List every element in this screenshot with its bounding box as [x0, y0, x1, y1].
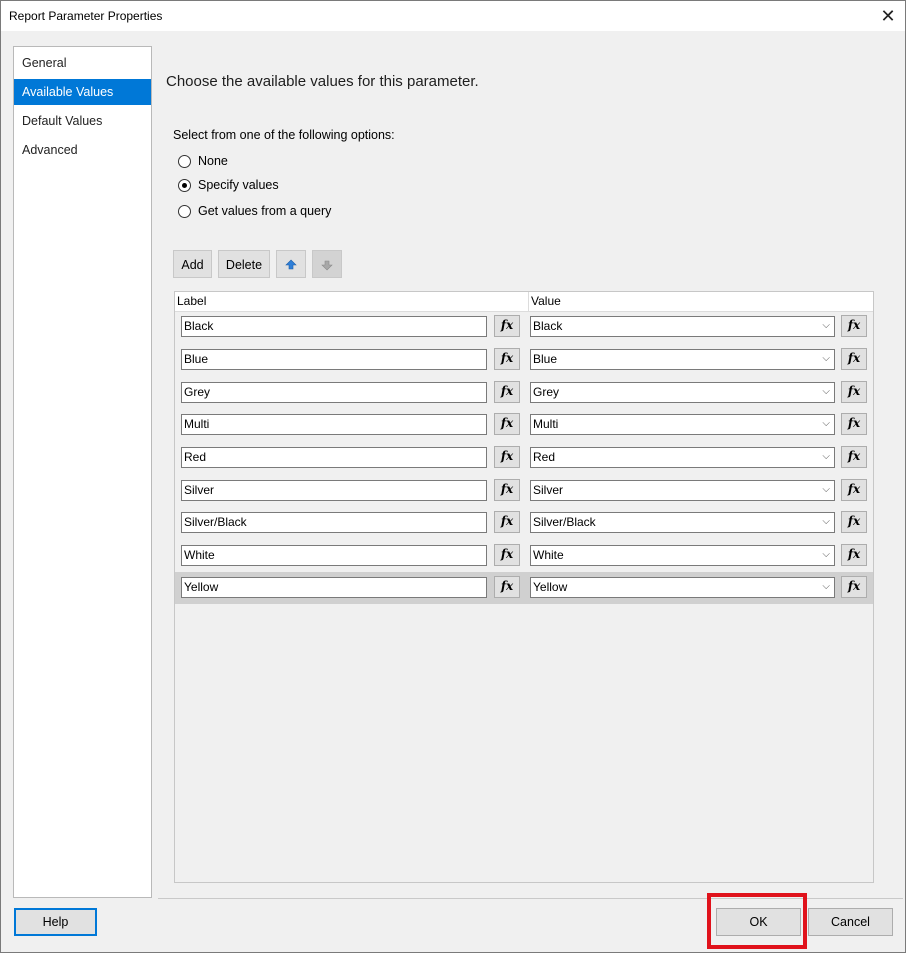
value-text: Grey [533, 385, 560, 399]
title-bar: Report Parameter Properties ✕ [1, 1, 905, 31]
radio-specify-values[interactable]: Specify values [178, 178, 279, 192]
nav-item-advanced[interactable]: Advanced [14, 137, 151, 163]
label-input[interactable]: Multi [181, 414, 487, 435]
value-expression-fx-icon[interactable]: fx [841, 413, 867, 435]
label-input[interactable]: Silver/Black [181, 512, 487, 533]
arrow-up-icon [285, 259, 297, 270]
ok-button[interactable]: OK [716, 908, 801, 936]
value-expression-fx-icon[interactable]: fx [841, 576, 867, 598]
arrow-down-icon [321, 260, 333, 271]
value-combobox[interactable]: Yellow ⌵ [530, 577, 835, 598]
chevron-down-icon[interactable]: ⌵ [822, 384, 830, 399]
label-input[interactable]: Silver [181, 480, 487, 501]
label-input[interactable]: Red [181, 447, 487, 468]
navigation-pane: General Available Values Default Values … [13, 46, 152, 898]
value-expression-fx-icon[interactable]: fx [841, 544, 867, 566]
chevron-down-icon[interactable]: ⌵ [822, 514, 830, 529]
delete-button[interactable]: Delete [218, 250, 270, 278]
grid-header: Label Value [175, 292, 873, 312]
value-text: Silver/Black [533, 515, 596, 529]
value-text: Yellow [533, 580, 568, 594]
radio-get-from-query[interactable]: Get values from a query [178, 204, 331, 218]
label-input[interactable]: Yellow [181, 577, 487, 598]
add-button[interactable]: Add [173, 250, 212, 278]
value-text: Silver [533, 483, 564, 497]
page-heading: Choose the available values for this par… [166, 73, 479, 90]
label-input[interactable]: Black [181, 316, 487, 337]
move-up-button[interactable] [276, 250, 306, 278]
value-combobox[interactable]: Grey ⌵ [530, 382, 835, 403]
label-expression-fx-icon[interactable]: fx [494, 446, 520, 468]
label-expression-fx-icon[interactable]: fx [494, 315, 520, 337]
table-row[interactable]: White fx White ⌵ fx [175, 540, 873, 572]
chevron-down-icon[interactable]: ⌵ [822, 482, 830, 497]
dialog-title: Report Parameter Properties [9, 9, 163, 23]
label-input[interactable]: Blue [181, 349, 487, 370]
nav-item-general[interactable]: General [14, 50, 151, 76]
label-input[interactable]: Grey [181, 382, 487, 403]
value-expression-fx-icon[interactable]: fx [841, 479, 867, 501]
footer-divider [158, 898, 903, 899]
chevron-down-icon[interactable]: ⌵ [822, 449, 830, 464]
label-input[interactable]: White [181, 545, 487, 566]
table-row[interactable]: Multi fx Multi ⌵ fx [175, 409, 873, 441]
values-grid: Label Value Black fx Black ⌵ fx Blue fx B… [174, 291, 874, 883]
value-text: Blue [533, 352, 558, 366]
options-label: Select from one of the following options… [173, 128, 395, 142]
label-expression-fx-icon[interactable]: fx [494, 413, 520, 435]
label-expression-fx-icon[interactable]: fx [494, 381, 520, 403]
radio-none[interactable]: None [178, 154, 228, 168]
help-button[interactable]: Help [14, 908, 97, 936]
radio-button[interactable] [178, 204, 191, 218]
chevron-down-icon[interactable]: ⌵ [822, 351, 830, 366]
cancel-button[interactable]: Cancel [808, 908, 893, 936]
value-combobox[interactable]: Multi ⌵ [530, 414, 835, 435]
table-row[interactable]: Blue fx Blue ⌵ fx [175, 344, 873, 376]
radio-label: None [198, 154, 228, 168]
value-text: White [533, 548, 564, 562]
table-row[interactable]: Grey fx Grey ⌵ fx [175, 377, 873, 409]
table-row[interactable]: Silver/Black fx Silver/Black ⌵ fx [175, 507, 873, 539]
report-parameter-dialog: Report Parameter Properties ✕ General Av… [0, 0, 906, 953]
radio-label: Get values from a query [198, 204, 332, 218]
value-expression-fx-icon[interactable]: fx [841, 446, 867, 468]
radio-button[interactable] [178, 154, 191, 168]
value-combobox[interactable]: Silver ⌵ [530, 480, 835, 501]
value-combobox[interactable]: White ⌵ [530, 545, 835, 566]
value-text: Red [533, 450, 556, 464]
label-expression-fx-icon[interactable]: fx [494, 479, 520, 501]
value-expression-fx-icon[interactable]: fx [841, 348, 867, 370]
radio-button[interactable] [178, 178, 191, 192]
value-combobox[interactable]: Blue ⌵ [530, 349, 835, 370]
table-row[interactable]: Black fx Black ⌵ fx [175, 311, 873, 343]
nav-item-available-values[interactable]: Available Values [14, 79, 151, 105]
close-icon[interactable]: ✕ [871, 1, 905, 31]
chevron-down-icon[interactable]: ⌵ [822, 416, 830, 431]
value-expression-fx-icon[interactable]: fx [841, 381, 867, 403]
column-header-label: Label [177, 294, 207, 308]
value-expression-fx-icon[interactable]: fx [841, 511, 867, 533]
value-text: Black [533, 319, 563, 333]
label-expression-fx-icon[interactable]: fx [494, 576, 520, 598]
value-expression-fx-icon[interactable]: fx [841, 315, 867, 337]
label-expression-fx-icon[interactable]: fx [494, 348, 520, 370]
chevron-down-icon[interactable]: ⌵ [822, 579, 830, 594]
column-header-value: Value [531, 294, 561, 308]
chevron-down-icon[interactable]: ⌵ [822, 318, 830, 333]
nav-item-default-values[interactable]: Default Values [14, 108, 151, 134]
label-expression-fx-icon[interactable]: fx [494, 511, 520, 533]
table-row-selected[interactable]: Yellow fx Yellow ⌵ fx [175, 572, 873, 604]
value-combobox[interactable]: Silver/Black ⌵ [530, 512, 835, 533]
value-text: Multi [533, 417, 559, 431]
column-divider [528, 292, 529, 311]
radio-label: Specify values [198, 178, 279, 192]
label-expression-fx-icon[interactable]: fx [494, 544, 520, 566]
value-combobox[interactable]: Red ⌵ [530, 447, 835, 468]
value-combobox[interactable]: Black ⌵ [530, 316, 835, 337]
table-row[interactable]: Silver fx Silver ⌵ fx [175, 475, 873, 507]
move-down-button[interactable] [312, 250, 342, 278]
chevron-down-icon[interactable]: ⌵ [822, 547, 830, 562]
table-row[interactable]: Red fx Red ⌵ fx [175, 442, 873, 474]
